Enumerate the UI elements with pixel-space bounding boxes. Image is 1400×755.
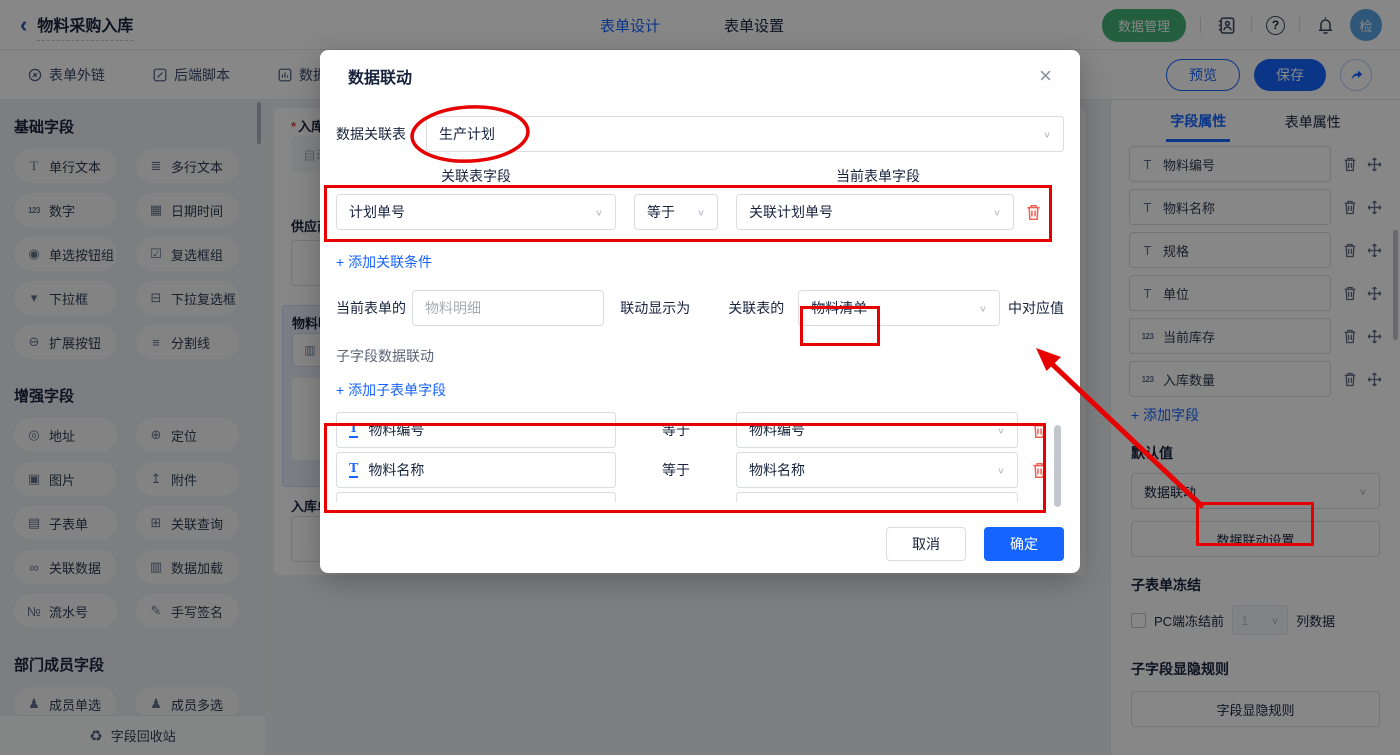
- column-header-right: 当前表单字段: [836, 168, 920, 184]
- cancel-button[interactable]: 取消: [886, 527, 966, 561]
- add-subform-field-link[interactable]: + 添加子表单字段: [336, 382, 446, 398]
- subfield-row: T 物料名称 等于 物料名称 ∨: [336, 452, 1064, 488]
- link-table-select[interactable]: 生产计划 ∨: [426, 116, 1064, 152]
- chevron-down-icon: ∨: [1042, 129, 1051, 140]
- maprow-suffix: 中对应值: [1008, 300, 1064, 316]
- subfield-left-box[interactable]: [336, 492, 616, 502]
- delete-subfield-icon[interactable]: [1032, 422, 1047, 439]
- subfield-row: T 物料编号 等于 物料编号 ∨: [336, 412, 1064, 448]
- chevron-down-icon: ∨: [996, 465, 1005, 476]
- condition-op-select[interactable]: 等于 ∨: [634, 194, 718, 230]
- modal-title: 数据联动: [348, 70, 413, 87]
- chevron-down-icon: ∨: [992, 207, 1001, 218]
- close-icon[interactable]: ×: [1039, 65, 1052, 87]
- chevron-down-icon: ∨: [594, 207, 603, 218]
- add-condition-link[interactable]: + 添加关联条件: [336, 254, 432, 270]
- subfield-row-partial: [336, 492, 1064, 502]
- chevron-down-icon: ∨: [696, 207, 705, 218]
- subfield-list: T 物料编号 等于 物料编号 ∨ T 物料名称 等于 物料名称 ∨: [336, 412, 1064, 502]
- condition-left-select[interactable]: 计划单号 ∨: [336, 194, 616, 230]
- delete-subfield-icon[interactable]: [1032, 462, 1047, 479]
- link-table-label: 数据关联表: [336, 126, 406, 142]
- current-subform-field[interactable]: 物料明细: [412, 290, 605, 326]
- equals-label: 等于: [662, 462, 690, 478]
- condition-right-select[interactable]: 关联计划单号 ∨: [736, 194, 1014, 230]
- chevron-down-icon: ∨: [996, 425, 1005, 436]
- subfield-left-box[interactable]: T 物料名称: [336, 452, 616, 488]
- linked-subform-select[interactable]: 物料清单 ∨: [798, 290, 1000, 326]
- modal-scrollbar[interactable]: [1054, 425, 1061, 507]
- data-linkage-modal: 数据联动 × 数据关联表 生产计划 ∨ 关联表字段 当前表单字段 计划单号 ∨ 等于…: [320, 50, 1080, 573]
- maprow-prefix2: 关联表的: [728, 300, 785, 316]
- text-field-icon: T: [349, 421, 359, 439]
- subfield-right-select[interactable]: [736, 492, 1018, 502]
- subfield-left-box[interactable]: T 物料编号: [336, 412, 616, 448]
- subfield-right-select[interactable]: 物料名称 ∨: [736, 452, 1018, 488]
- maprow-prefix: 当前表单的: [336, 300, 406, 316]
- chevron-down-icon: ∨: [978, 303, 987, 314]
- text-field-icon: T: [349, 461, 359, 479]
- delete-condition-icon[interactable]: [1026, 204, 1041, 221]
- equals-label: 等于: [662, 422, 690, 438]
- column-header-left: 关联表字段: [441, 168, 511, 184]
- confirm-button[interactable]: 确定: [984, 527, 1064, 561]
- subfield-right-select[interactable]: 物料编号 ∨: [736, 412, 1018, 448]
- maprow-middle: 联动显示为: [620, 300, 691, 316]
- subfield-linkage-title: 子字段数据联动: [336, 348, 434, 364]
